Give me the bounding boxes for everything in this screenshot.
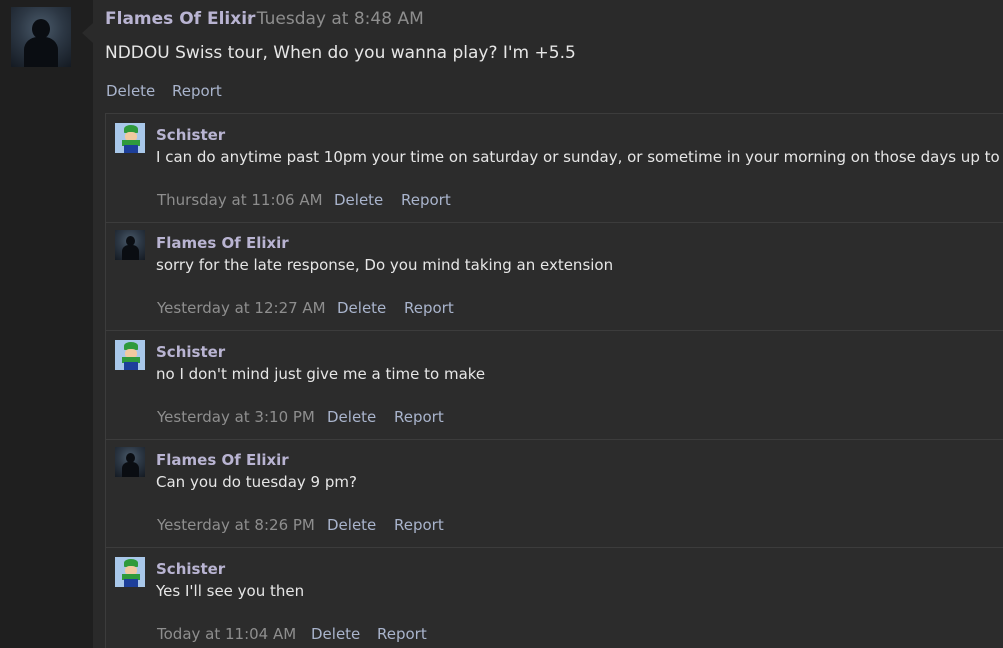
comment-delete-link[interactable]: Delete (327, 408, 376, 426)
comment-item: Flames Of Elixir Can you do tuesday 9 pm… (106, 439, 1003, 548)
commenter-avatar[interactable] (115, 340, 145, 370)
comment-author[interactable]: Schister (156, 343, 225, 361)
commenter-avatar[interactable] (115, 557, 145, 587)
comment-report-link[interactable]: Report (377, 625, 427, 643)
post-timestamp[interactable]: · Tuesday at 8:48 AM (246, 9, 424, 29)
comment-text: Can you do tuesday 9 pm? (156, 473, 357, 491)
commenter-avatar[interactable] (115, 123, 145, 153)
comments-list: Schister I can do anytime past 10pm your… (105, 113, 1003, 648)
post-report-link[interactable]: Report (172, 82, 222, 100)
comment-text: I can do anytime past 10pm your time on … (156, 148, 1003, 166)
comment-delete-link[interactable]: Delete (334, 191, 383, 209)
comment-report-link[interactable]: Report (404, 299, 454, 317)
comment-delete-link[interactable]: Delete (311, 625, 360, 643)
left-gutter (0, 0, 93, 648)
post-message: NDDOU Swiss tour, When do you wanna play… (105, 43, 576, 63)
post-pointer-arrow (82, 23, 93, 43)
post-delete-link[interactable]: Delete (106, 82, 155, 100)
commenter-avatar[interactable] (115, 230, 145, 260)
comment-timestamp[interactable]: Yesterday at 12:27 AM (157, 299, 326, 317)
comment-delete-link[interactable]: Delete (327, 516, 376, 534)
comment-text: sorry for the late response, Do you mind… (156, 256, 614, 274)
comment-author[interactable]: Schister (156, 126, 225, 144)
comment-item: Schister no I don't mind just give me a … (106, 331, 1003, 440)
comment-author[interactable]: Schister (156, 560, 225, 578)
post-author-name[interactable]: Flames Of Elixir (105, 9, 255, 29)
comment-item: Schister I can do anytime past 10pm your… (106, 114, 1003, 223)
post-author-avatar[interactable] (11, 7, 71, 67)
comment-timestamp[interactable]: Yesterday at 3:10 PM (157, 408, 315, 426)
comment-timestamp[interactable]: Yesterday at 8:26 PM (157, 516, 315, 534)
comment-timestamp[interactable]: Thursday at 11:06 AM (157, 191, 323, 209)
comment-text: Yes I'll see you then (156, 582, 305, 600)
comment-timestamp[interactable]: Today at 11:04 AM (157, 625, 296, 643)
comment-author[interactable]: Flames Of Elixir (156, 234, 289, 252)
comment-delete-link[interactable]: Delete (337, 299, 386, 317)
comment-item: Flames Of Elixir sorry for the late resp… (106, 222, 1003, 331)
comment-report-link[interactable]: Report (394, 408, 444, 426)
comment-report-link[interactable]: Report (394, 516, 444, 534)
comment-report-link[interactable]: Report (401, 191, 451, 209)
comment-author[interactable]: Flames Of Elixir (156, 451, 289, 469)
commenter-avatar[interactable] (115, 447, 145, 477)
comment-item: Schister Yes I'll see you then Today at … (106, 548, 1003, 648)
comment-text: no I don't mind just give me a time to m… (156, 365, 486, 383)
profile-post-thread: Flames Of Elixir · Tuesday at 8:48 AM ND… (0, 0, 1003, 648)
